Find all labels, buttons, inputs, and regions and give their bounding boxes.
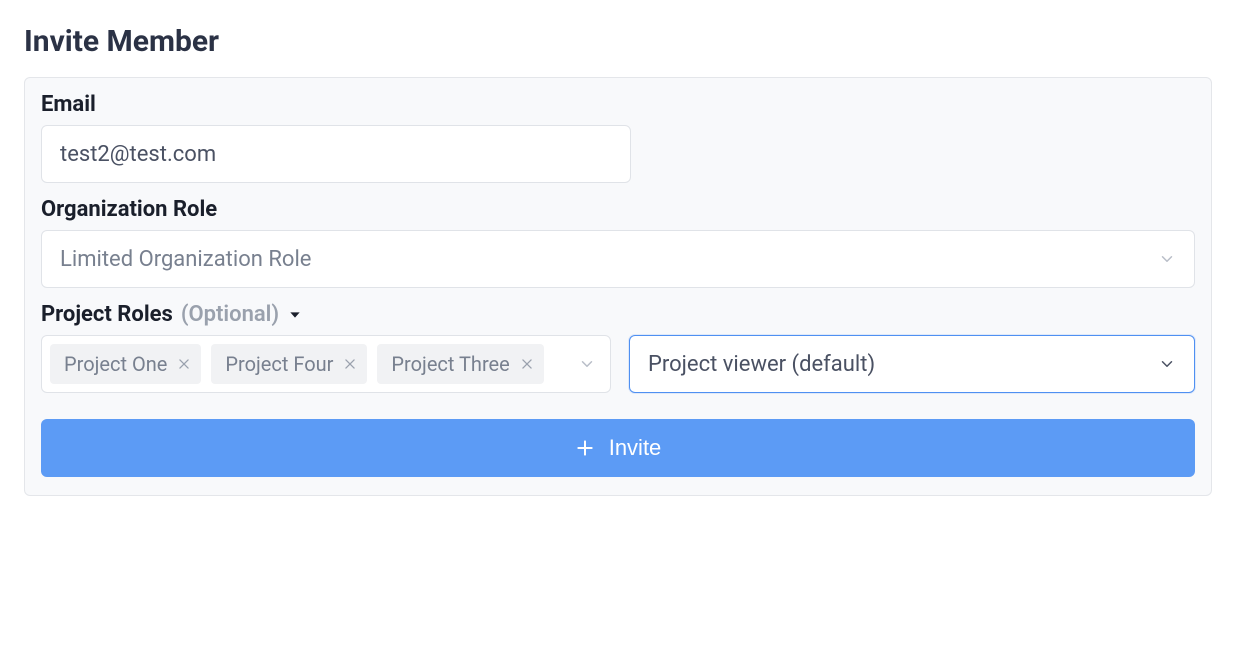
project-chip: Project One: [50, 344, 201, 384]
invite-card: Email Organization Role Limited Organiza…: [24, 77, 1212, 496]
page-title: Invite Member: [24, 24, 1212, 59]
invite-button[interactable]: Invite: [41, 419, 1195, 477]
project-roles-label-row: Project Roles (Optional): [41, 302, 1195, 327]
email-group: Email: [41, 92, 1195, 183]
project-role-select[interactable]: Project viewer (default): [629, 335, 1195, 393]
chip-label: Project Four: [225, 352, 333, 376]
projects-multiselect[interactable]: Project One Project Four Project Three: [41, 335, 611, 393]
email-field[interactable]: [41, 125, 631, 183]
chevron-down-icon: [1158, 355, 1176, 373]
chevron-down-icon: [1158, 250, 1176, 268]
project-roles-optional: (Optional): [181, 302, 279, 327]
chip-label: Project Three: [391, 352, 509, 376]
org-role-select[interactable]: Limited Organization Role: [41, 230, 1195, 288]
chip-label: Project One: [64, 352, 167, 376]
invite-button-label: Invite: [609, 435, 662, 461]
org-role-group: Organization Role Limited Organization R…: [41, 197, 1195, 288]
project-chip: Project Three: [377, 344, 543, 384]
email-label: Email: [41, 92, 1195, 117]
project-role-selected: Project viewer (default): [648, 352, 875, 377]
project-chip: Project Four: [211, 344, 367, 384]
close-icon[interactable]: [177, 357, 191, 371]
plus-icon: [575, 438, 595, 458]
caret-down-icon[interactable]: [287, 307, 303, 323]
chevron-down-icon: [578, 355, 596, 373]
org-role-label: Organization Role: [41, 197, 1195, 222]
project-roles-label: Project Roles: [41, 302, 173, 327]
close-icon[interactable]: [520, 357, 534, 371]
close-icon[interactable]: [343, 357, 357, 371]
org-role-selected: Limited Organization Role: [60, 247, 311, 272]
project-roles-group: Project Roles (Optional) Project One Pro…: [41, 302, 1195, 393]
